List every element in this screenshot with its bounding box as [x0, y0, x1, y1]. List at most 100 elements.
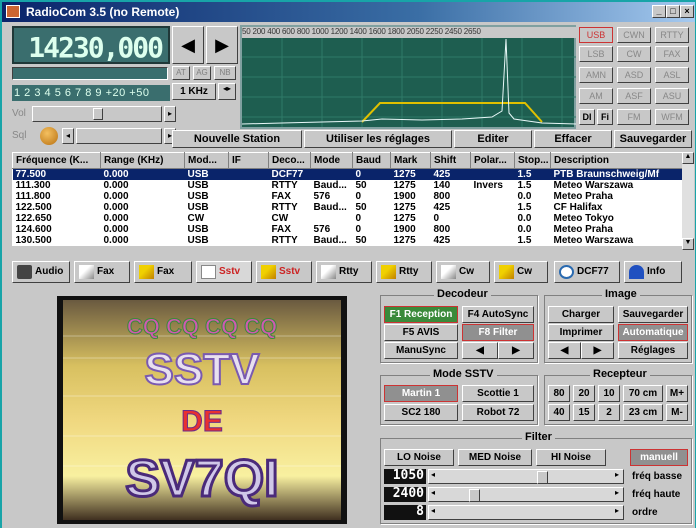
use-settings-button[interactable]: Utiliser les réglages — [304, 130, 452, 148]
col-header[interactable]: Baud — [352, 152, 391, 169]
table-row[interactable]: 77.500 0.000 USB DCF77 0 1275 425 1.5 PTB Brauns… — [12, 168, 683, 180]
band-10-button[interactable]: 10 — [598, 385, 620, 402]
col-header[interactable]: Description — [550, 152, 683, 169]
freq-down-button[interactable]: ◀ — [172, 26, 204, 64]
print-button[interactable]: Imprimer — [548, 324, 614, 341]
settings-button[interactable]: Réglages — [618, 342, 688, 359]
manusync-button[interactable]: ManuSync — [384, 342, 458, 359]
med-noise-button[interactable]: MED Noise — [458, 449, 532, 466]
freq-high-slider[interactable]: ◂ ▸ — [428, 487, 624, 502]
tab-fax[interactable]: Fax — [74, 261, 130, 283]
order-left-icon[interactable]: ◂ — [431, 506, 435, 515]
col-header[interactable]: Shift — [430, 152, 471, 169]
auto-button[interactable]: Automatique — [618, 324, 688, 341]
table-row[interactable]: 124.600 0.000 USB FAX 576 0 1900 800 0.0 Meteo Pr… — [13, 224, 683, 235]
martin1-button[interactable]: Martin 1 — [384, 385, 458, 402]
col-header[interactable]: Mod... — [184, 152, 229, 169]
table-row[interactable]: 111.300 0.000 USB RTTY Baud... 50 1275 140 Inver… — [13, 180, 683, 191]
col-header[interactable]: Stop... — [514, 152, 551, 169]
mode-asl[interactable]: ASL — [655, 67, 689, 83]
new-station-button[interactable]: Nouvelle Station — [172, 130, 302, 148]
step-spinner[interactable]: ◂▸ — [218, 83, 236, 100]
col-header[interactable]: Fréquence (K... — [12, 152, 101, 169]
mode-lsb[interactable]: LSB — [579, 46, 613, 62]
table-row[interactable]: 111.800 0.000 USB FAX 576 0 1900 800 0.0 Meteo Pr… — [13, 191, 683, 202]
close-icon[interactable]: × — [680, 5, 694, 18]
mode-fax[interactable]: FAX — [655, 46, 689, 62]
col-header[interactable]: Deco... — [268, 152, 311, 169]
manusync-right-button[interactable]: ▶ — [498, 342, 534, 359]
band-2-button[interactable]: 2 — [598, 404, 620, 421]
mode-amn[interactable]: AMN — [579, 67, 613, 83]
table-scrollbar[interactable]: ▲ ▼ — [682, 152, 694, 250]
f5-avis-button[interactable]: F5 AVIS — [384, 324, 458, 341]
freq-high-left-icon[interactable]: ◂ — [431, 488, 435, 497]
spectrum-display[interactable]: 50 200 400 600 800 1000 1200 1400 1600 1… — [240, 25, 576, 129]
tab-cw[interactable]: Cw — [436, 261, 490, 283]
agc-at-button[interactable]: AT — [172, 66, 190, 80]
vol-slider[interactable] — [32, 106, 162, 122]
tab-rtty-2[interactable]: Rtty — [376, 261, 432, 283]
col-header[interactable]: Range (KHz) — [100, 152, 185, 169]
tab-cw-2[interactable]: Cw — [494, 261, 548, 283]
tab-audio[interactable]: Audio — [12, 261, 70, 283]
save-button[interactable]: Sauvegarder — [614, 130, 692, 148]
freq-low-right-icon[interactable]: ▸ — [615, 470, 619, 479]
mode-fm[interactable]: FM — [617, 109, 651, 125]
tab-rtty[interactable]: Rtty — [316, 261, 372, 283]
frequency-display[interactable]: 14230,000 — [12, 26, 170, 64]
freq-low-left-icon[interactable]: ◂ — [431, 470, 435, 479]
tab-sstv-2[interactable]: Sstv — [256, 261, 312, 283]
mode-asu[interactable]: ASU — [655, 88, 689, 104]
freq-low-slider[interactable]: ◂ ▸ — [428, 469, 624, 484]
col-header[interactable]: Mark — [390, 152, 431, 169]
robot72-button[interactable]: Robot 72 — [462, 404, 534, 421]
step-select[interactable]: 1 KHz — [172, 83, 216, 100]
mode-fi[interactable]: Fi — [597, 109, 613, 125]
mode-am[interactable]: AM — [579, 88, 613, 104]
minimize-icon[interactable]: _ — [652, 5, 666, 18]
tab-info[interactable]: Info — [624, 261, 682, 283]
freq-low-thumb[interactable] — [537, 471, 548, 484]
scroll-up-icon[interactable]: ▲ — [682, 152, 694, 164]
mode-asf[interactable]: ASF — [617, 88, 651, 104]
order-slider[interactable]: ◂ ▸ — [428, 505, 624, 520]
hi-noise-button[interactable]: HI Noise — [536, 449, 606, 466]
f8-filter-button[interactable]: F8 Filter — [462, 324, 534, 341]
mode-cw[interactable]: CW — [617, 46, 651, 62]
lo-noise-button[interactable]: LO Noise — [384, 449, 454, 466]
table-row[interactable]: 130.500 0.000 USB RTTY Baud... 50 1275 425 1.5 Me… — [13, 235, 683, 246]
col-header[interactable]: Polar... — [470, 152, 515, 169]
edit-button[interactable]: Editer — [454, 130, 532, 148]
station-table[interactable]: Fréquence (K... Range (KHz) Mod... IF Deco..… — [12, 152, 683, 246]
save-image-button[interactable]: Sauvegarder — [618, 306, 688, 323]
scroll-down-icon[interactable]: ▼ — [682, 238, 694, 250]
mode-rtty[interactable]: RTTY — [655, 27, 689, 43]
load-button[interactable]: Charger — [548, 306, 614, 323]
agc-ag-button[interactable]: AG — [193, 66, 211, 80]
vol-right-arrow[interactable]: ▸ — [164, 106, 176, 122]
mode-di[interactable]: DI — [579, 109, 595, 125]
step-digits[interactable]: 1 2 3 4 5 6 7 8 9 +20 +50 — [12, 85, 170, 101]
band-20-button[interactable]: 20 — [573, 385, 595, 402]
tab-fax-2[interactable]: Fax — [134, 261, 192, 283]
delete-button[interactable]: Effacer — [534, 130, 612, 148]
tab-dcf77[interactable]: DCF77 — [554, 261, 620, 283]
band-80-button[interactable]: 80 — [548, 385, 570, 402]
order-right-icon[interactable]: ▸ — [615, 506, 619, 515]
f4-autosync-button[interactable]: F4 AutoSync — [462, 306, 534, 323]
nb-button[interactable]: NB — [214, 66, 236, 80]
mode-asd[interactable]: ASD — [617, 67, 651, 83]
image-right-button[interactable]: ▶ — [581, 342, 614, 359]
sql-left-arrow[interactable]: ◂ — [62, 128, 74, 144]
table-row[interactable]: 122.650 0.000 CW CW 0 1275 0 0.0 Meteo Tokyo — [13, 213, 683, 224]
table-row[interactable]: 122.500 0.000 USB RTTY Baud... 50 1275 425 1.5 CF… — [13, 202, 683, 213]
band-40-button[interactable]: 40 — [548, 404, 570, 421]
freq-high-thumb[interactable] — [469, 489, 480, 502]
mode-cwn[interactable]: CWN — [617, 27, 651, 43]
sql-slider[interactable] — [76, 128, 162, 144]
maximize-icon[interactable]: □ — [666, 5, 680, 18]
manual-button[interactable]: manuell — [630, 449, 688, 466]
vol-thumb[interactable] — [93, 108, 103, 120]
band-15-button[interactable]: 15 — [573, 404, 595, 421]
